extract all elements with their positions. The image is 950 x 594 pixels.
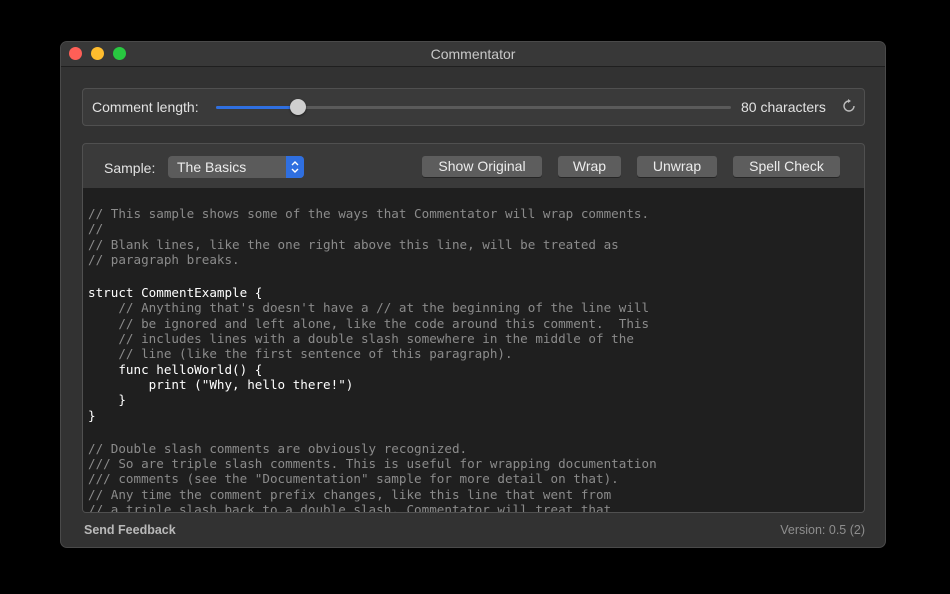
title-bar: Commentator (61, 42, 885, 67)
show-original-button[interactable]: Show Original (422, 156, 542, 177)
window-title: Commentator (430, 46, 516, 62)
reset-arrow-icon[interactable] (842, 99, 856, 113)
code-line: // paragraph breaks. (88, 251, 240, 267)
code-line: // a triple slash back to a double slash… (88, 502, 612, 513)
chevron-up-down-icon (291, 161, 299, 173)
app-window: Commentator Comment length: 80 character… (61, 42, 885, 547)
sample-select-value: The Basics (177, 159, 247, 175)
unwrap-button[interactable]: Unwrap (637, 156, 717, 177)
comment-length-label: Comment length: (92, 99, 199, 115)
code-line: struct CommentExample { (88, 285, 263, 301)
code-line: // includes lines with a double slash so… (88, 331, 634, 347)
code-line: // Any time the comment prefix changes, … (88, 486, 612, 502)
wrap-button[interactable]: Wrap (558, 156, 621, 177)
code-line: print ("Why, hello there!") (88, 376, 354, 392)
code-line: /// comments (see the "Documentation" sa… (88, 471, 619, 487)
code-line: } (88, 392, 126, 408)
code-line: // Anything that's doesn't have a // at … (88, 300, 650, 316)
sample-select[interactable]: The Basics (168, 156, 304, 178)
comment-length-panel: Comment length: 80 characters (82, 88, 865, 126)
code-line: func helloWorld() { (88, 361, 263, 377)
code-line: } (88, 407, 96, 423)
comment-length-slider[interactable] (216, 99, 731, 115)
code-text: // This sample shows some of the ways th… (88, 206, 657, 513)
code-line: /// So are triple slash comments. This i… (88, 456, 657, 472)
comment-length-value: 80 characters (741, 99, 826, 115)
spell-check-button[interactable]: Spell Check (733, 156, 840, 177)
code-line: // line (like the first sentence of this… (88, 346, 513, 362)
code-line: // Double slash comments are obviously r… (88, 440, 468, 456)
slider-knob[interactable] (290, 99, 307, 115)
code-line: // (88, 221, 104, 237)
code-line: // be ignored and left alone, like the c… (88, 315, 650, 331)
select-stepper[interactable] (286, 156, 304, 178)
version-label: Version: 0.5 (2) (780, 523, 865, 537)
sample-panel: Sample: The Basics Show Original Wrap Un… (82, 143, 865, 513)
sample-label: Sample: (104, 160, 156, 176)
send-feedback-link[interactable]: Send Feedback (84, 523, 176, 537)
code-editor[interactable]: // This sample shows some of the ways th… (83, 188, 864, 512)
slider-fill (216, 106, 299, 109)
code-line: // Blank lines, like the one right above… (88, 236, 619, 252)
code-line: // This sample shows some of the ways th… (88, 206, 650, 221)
